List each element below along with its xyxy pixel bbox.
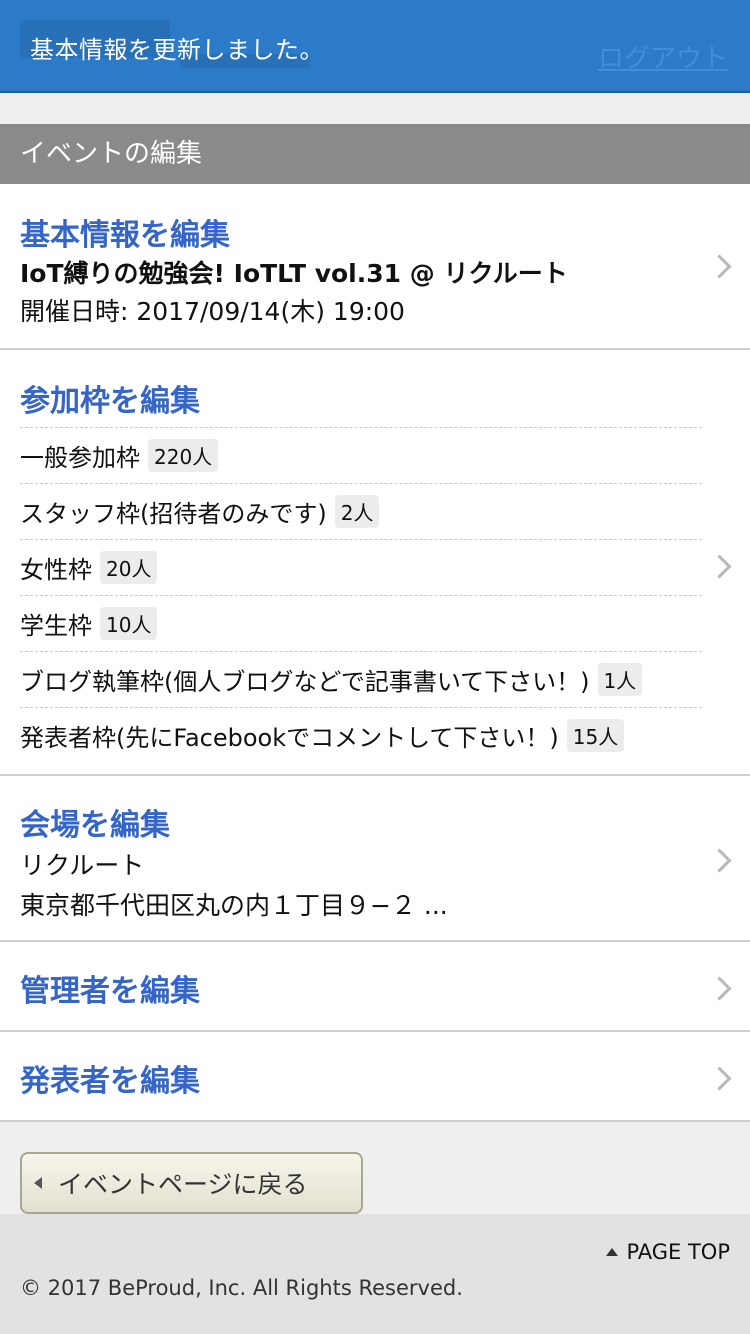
admins-heading: 管理者を編集 bbox=[20, 974, 200, 1009]
chevron-right-icon bbox=[707, 976, 732, 1001]
section-title: イベントの編集 bbox=[0, 124, 750, 184]
quota-item: 女性枠 20人 bbox=[20, 539, 702, 595]
venue-address: 東京都千代田区丸の内１丁目９−２ ... bbox=[20, 891, 448, 920]
quota-item: 発表者枠(先にFacebookでコメントして下さい！) 15人 bbox=[20, 707, 702, 763]
update-notice: 基本情報を更新しました。 bbox=[30, 36, 324, 64]
quota-label: 一般参加枠 bbox=[20, 444, 140, 472]
quota-label: スタッフ枠(招待者のみです) bbox=[20, 500, 327, 528]
quota-item: 一般参加枠 220人 bbox=[20, 427, 702, 483]
quota-item: スタッフ枠(招待者のみです) 2人 bbox=[20, 483, 702, 539]
presenters-card[interactable]: 発表者を編集 bbox=[0, 1032, 750, 1122]
venue-name: リクルート bbox=[20, 851, 145, 880]
venue-heading: 会場を編集 bbox=[20, 808, 170, 843]
quota-count-badge: 2人 bbox=[334, 495, 380, 528]
presenters-heading: 発表者を編集 bbox=[20, 1064, 200, 1099]
header-bar: 基本情報を更新しました。 ログアウト bbox=[0, 0, 750, 93]
caret-up-icon bbox=[606, 1248, 619, 1256]
event-title: IoT縛りの勉強会! IoTLT vol.31 @ リクルート bbox=[20, 259, 568, 288]
caret-left-icon bbox=[34, 1177, 42, 1189]
quota-count-badge: 1人 bbox=[597, 663, 643, 696]
back-button-label: イベントページに戻る bbox=[58, 1170, 308, 1199]
quota-count-badge: 10人 bbox=[100, 607, 158, 640]
quota-count-badge: 20人 bbox=[100, 551, 158, 584]
quota-label: 発表者枠(先にFacebookでコメントして下さい！) bbox=[20, 724, 559, 752]
chevron-right-icon bbox=[707, 1066, 732, 1091]
quota-label: 女性枠 bbox=[20, 556, 92, 584]
page-top-label: PAGE TOP bbox=[626, 1240, 730, 1264]
back-to-event-button[interactable]: イベントページに戻る bbox=[20, 1152, 363, 1214]
page-top-link[interactable]: PAGE TOP bbox=[606, 1240, 730, 1264]
basic-info-card[interactable]: 基本情報を編集 IoT縛りの勉強会! IoTLT vol.31 @ リクルート … bbox=[0, 184, 750, 350]
copyright: © 2017 BeProud, Inc. All Rights Reserved… bbox=[20, 1276, 463, 1300]
quota-label: ブログ執筆枠(個人ブログなどで記事書いて下さい！) bbox=[20, 668, 590, 696]
quota-card[interactable]: 参加枠を編集 一般参加枠 220人 スタッフ枠(招待者のみです) 2人 女性枠 … bbox=[0, 350, 750, 776]
quota-count-badge: 220人 bbox=[148, 439, 219, 472]
quota-count-badge: 15人 bbox=[566, 719, 625, 752]
quota-item: ブログ執筆枠(個人ブログなどで記事書いて下さい！) 1人 bbox=[20, 651, 702, 707]
chevron-right-icon bbox=[707, 848, 732, 873]
admins-card[interactable]: 管理者を編集 bbox=[0, 942, 750, 1032]
venue-card[interactable]: 会場を編集 リクルート 東京都千代田区丸の内１丁目９−２ ... bbox=[0, 776, 750, 942]
quota-label: 学生枠 bbox=[20, 612, 92, 640]
logout-link[interactable]: ログアウト bbox=[598, 38, 728, 75]
basic-info-heading: 基本情報を編集 bbox=[20, 218, 230, 253]
chevron-right-icon bbox=[707, 254, 732, 279]
event-datetime: 開催日時: 2017/09/14(木) 19:00 bbox=[20, 297, 405, 326]
chevron-right-icon bbox=[707, 554, 732, 579]
quota-item: 学生枠 10人 bbox=[20, 595, 702, 651]
quota-heading: 参加枠を編集 bbox=[20, 384, 200, 419]
footer: PAGE TOP © 2017 BeProud, Inc. All Rights… bbox=[0, 1214, 750, 1334]
